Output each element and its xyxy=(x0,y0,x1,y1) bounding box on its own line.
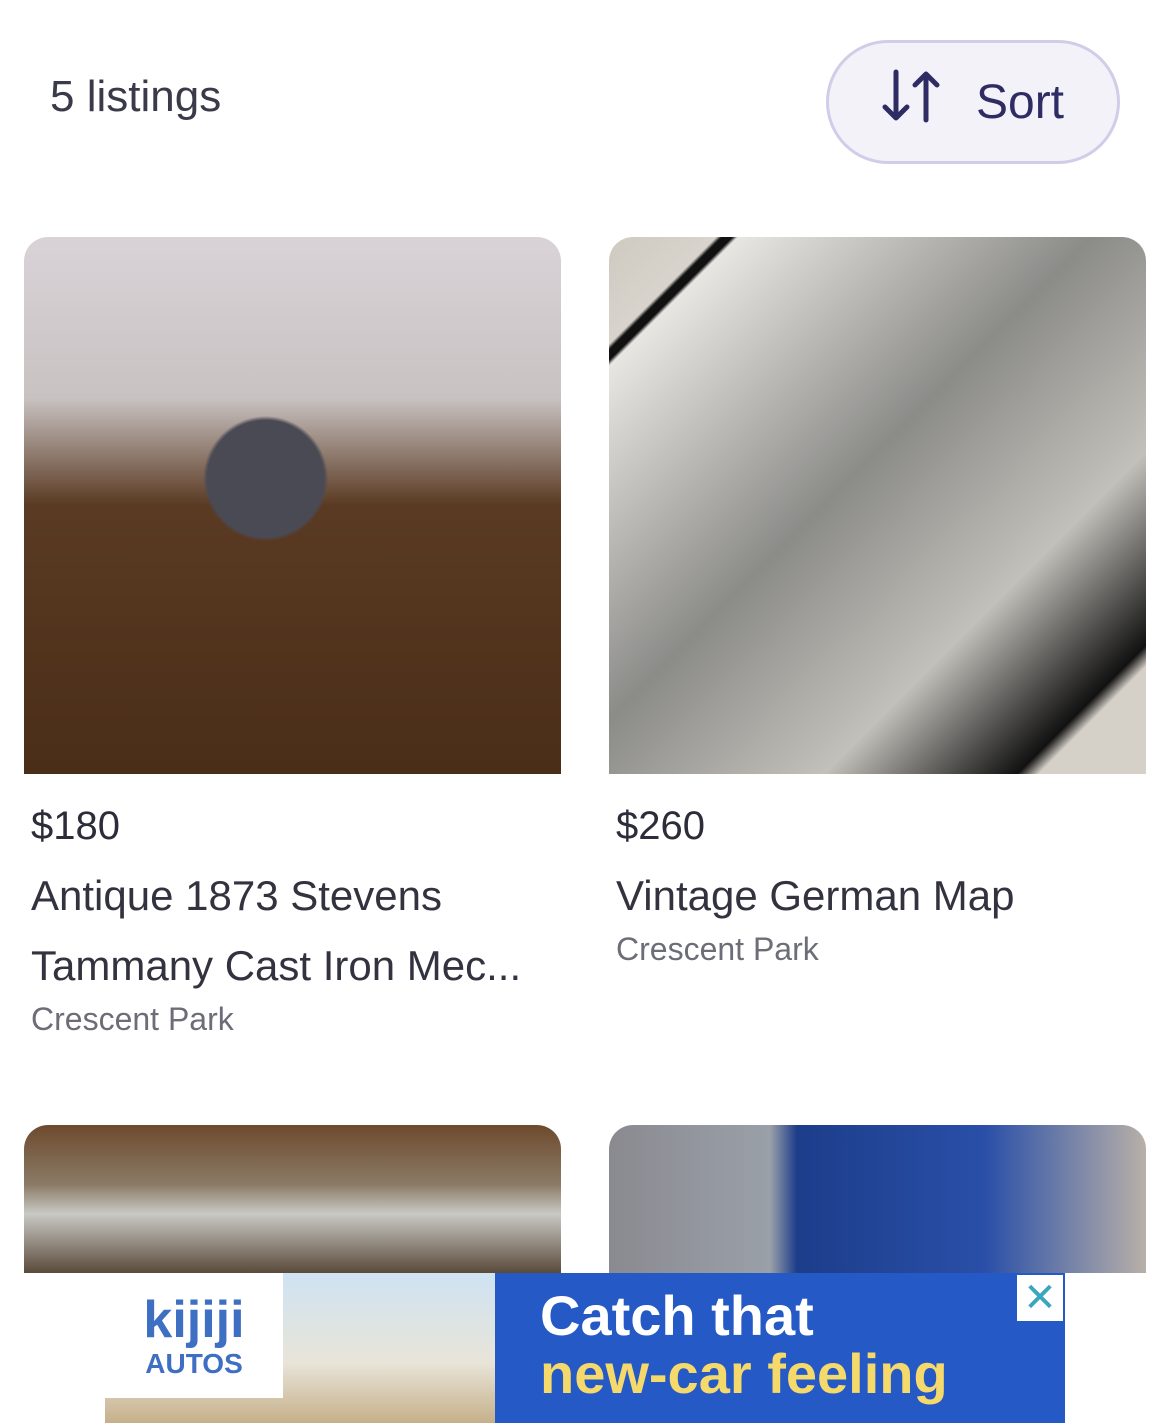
listing-image[interactable] xyxy=(24,1125,561,1273)
listing-card[interactable]: $180 Antique 1873 Stevens Tammany Cast I… xyxy=(24,237,561,1038)
listing-price: $260 xyxy=(616,804,705,848)
sort-button[interactable]: Sort xyxy=(826,40,1120,164)
sort-label: Sort xyxy=(975,75,1065,129)
ad-headline: Catch that xyxy=(540,1284,814,1347)
sort-arrows-icon xyxy=(882,68,942,136)
listing-card[interactable] xyxy=(24,1125,561,1273)
ad-image: kijiji AUTOS xyxy=(105,1273,495,1423)
listing-title[interactable]: Antique 1873 Stevens Tammany Cast Iron M… xyxy=(31,861,551,1001)
listing-count: 5 listings xyxy=(50,72,222,121)
listing-image[interactable] xyxy=(609,237,1146,774)
listing-title[interactable]: Vintage German Map xyxy=(616,861,1136,931)
close-icon[interactable]: ✕ xyxy=(1017,1275,1063,1321)
kijiji-autos-logo: kijiji AUTOS xyxy=(105,1273,283,1398)
ad-subheadline: new-car feeling xyxy=(540,1342,948,1405)
listing-card[interactable] xyxy=(609,1125,1146,1273)
listing-location: Crescent Park xyxy=(616,931,819,967)
listing-location: Crescent Park xyxy=(31,1001,234,1037)
listing-image[interactable] xyxy=(609,1125,1146,1273)
ad-banner[interactable]: kijiji AUTOS Catch that new-car feeling ✕ xyxy=(105,1273,1065,1423)
listing-image[interactable] xyxy=(24,237,561,774)
listing-card[interactable]: $260 Vintage German Map Crescent Park xyxy=(609,237,1146,968)
listing-price: $180 xyxy=(31,804,120,848)
